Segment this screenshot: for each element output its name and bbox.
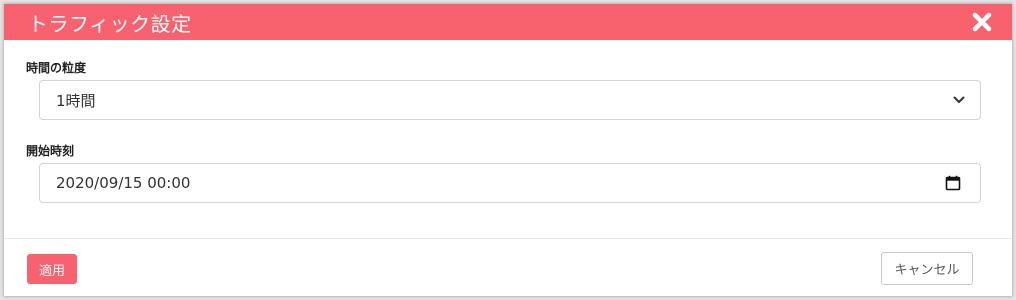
footer-divider [4, 238, 1012, 239]
start-time-label: 開始時刻 [26, 144, 75, 158]
apply-button[interactable]: 適用 [27, 254, 77, 284]
granularity-selected-value: 1時間 [56, 91, 96, 110]
close-icon[interactable] [970, 10, 994, 34]
dialog-header: トラフィック設定 [4, 4, 1012, 40]
granularity-select[interactable]: 1時間 [39, 80, 981, 120]
granularity-label: 時間の粒度 [26, 61, 87, 75]
chevron-down-icon [952, 93, 966, 107]
calendar-icon[interactable] [944, 174, 962, 192]
traffic-settings-dialog: トラフィック設定 時間の粒度 1時間 開始時刻 2020/09/15 00:00 [4, 4, 1012, 296]
cancel-button[interactable]: キャンセル [881, 252, 973, 285]
start-time-value: 2020/09/15 00:00 [56, 174, 191, 192]
dialog-title: トラフィック設定 [28, 11, 192, 36]
start-time-input[interactable]: 2020/09/15 00:00 [39, 163, 981, 203]
